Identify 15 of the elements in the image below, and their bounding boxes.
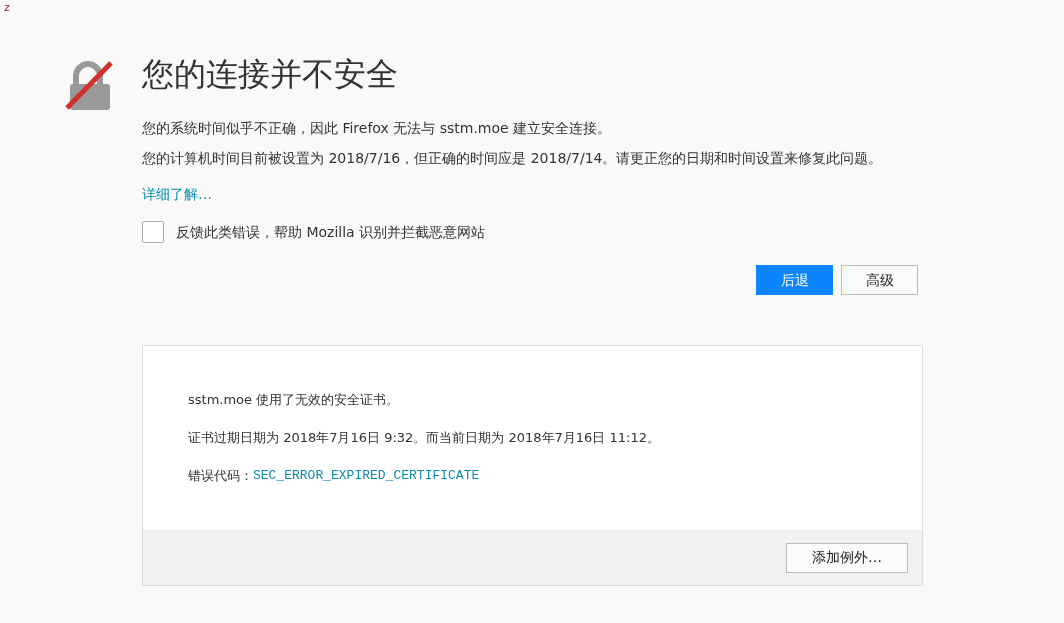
message-paragraph: 您的计算机时间目前被设置为 2018/7/16，但正确的时间应是 2018/7/14。请更正您的日期和时间设置来修复此问题。 bbox=[142, 149, 884, 168]
page-title: 您的连接并不安全 bbox=[142, 54, 398, 95]
add-exception-button[interactable]: 添加例外… bbox=[786, 542, 908, 573]
panel-text: 证书过期日期为 2018年7月16日 9:32。而当前日期为 2018年7月16日 11:12。 bbox=[188, 429, 661, 447]
broken-lock-icon bbox=[64, 58, 114, 110]
corner-mark: z bbox=[4, 0, 10, 16]
error-code-link[interactable]: SEC_ERROR_EXPIRED_CERTIFICATE bbox=[253, 466, 480, 486]
advanced-button[interactable]: 高级 bbox=[841, 265, 918, 295]
back-button[interactable]: 后退 bbox=[756, 265, 833, 295]
learn-more-link[interactable]: 详细了解… bbox=[142, 184, 212, 205]
panel-text: sstm.moe 使用了无效的安全证书。 bbox=[188, 391, 401, 409]
checkbox[interactable] bbox=[142, 221, 164, 243]
message-paragraph: 您的系统时间似乎不正确，因此 Firefox 无法与 sstm.moe 建立安全连接。 bbox=[142, 119, 613, 138]
error-code-label: 错误代码： bbox=[188, 467, 253, 485]
checkbox-label: 反馈此类错误，帮助 Mozilla 识别并拦截恶意网站 bbox=[176, 222, 486, 242]
